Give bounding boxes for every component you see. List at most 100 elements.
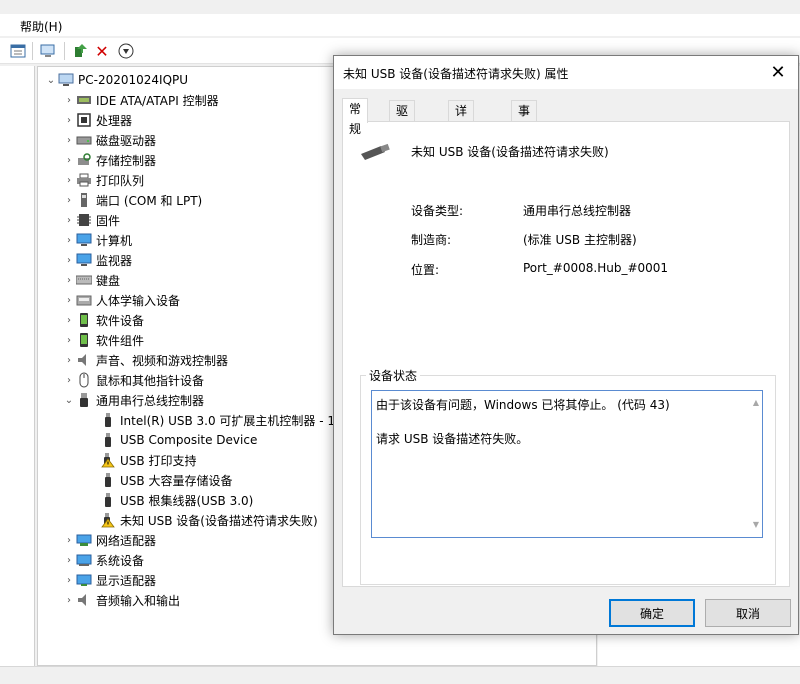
- chevron-right-icon[interactable]: ›: [62, 530, 76, 550]
- chevron-right-icon[interactable]: ›: [62, 130, 76, 150]
- firmware-icon: [76, 212, 92, 228]
- chevron-right-icon[interactable]: ›: [62, 350, 76, 370]
- tab-details[interactable]: 详细信息: [448, 100, 475, 178]
- tree-item-label: 系统设备: [96, 553, 145, 568]
- scroll-down-icon[interactable]: ▼: [753, 516, 759, 534]
- tree-item[interactable]: › 固件: [62, 210, 120, 230]
- chevron-right-icon[interactable]: ›: [62, 90, 76, 110]
- chevron-right-icon[interactable]: ›: [62, 330, 76, 350]
- close-icon[interactable]: ✕: [758, 56, 798, 89]
- usb-plug-icon: [100, 492, 116, 508]
- chevron-right-icon[interactable]: ›: [62, 170, 76, 190]
- device-type-label: 设备类型:: [411, 204, 464, 218]
- tree-item-label: 未知 USB 设备(设备描述符请求失败): [120, 513, 318, 528]
- properties-view-icon[interactable]: [8, 41, 28, 61]
- usb-device-item[interactable]: USB Composite Device: [100, 430, 257, 450]
- tree-item[interactable]: › 计算机: [62, 230, 132, 250]
- device-name: 未知 USB 设备(设备描述符请求失败): [411, 145, 609, 159]
- status-line-1: 由于该设备有问题，Windows 已将其停止。 (代码 43): [376, 398, 670, 412]
- hid-icon: [76, 292, 92, 308]
- dialog-title: 未知 USB 设备(设备描述符请求失败) 属性: [343, 67, 569, 81]
- tree-item-label: 打印队列: [96, 173, 145, 188]
- tree-item-label: 鼠标和其他指针设备: [96, 373, 205, 388]
- uninstall-device-icon[interactable]: ✕: [92, 41, 112, 61]
- download-icon[interactable]: [116, 41, 136, 61]
- chevron-right-icon[interactable]: ›: [62, 590, 76, 610]
- tree-item[interactable]: › 软件设备: [62, 310, 144, 330]
- status-line-2: 请求 USB 设备描述符失败。: [376, 432, 529, 446]
- chevron-right-icon[interactable]: ›: [62, 210, 76, 230]
- chevron-right-icon[interactable]: ›: [62, 150, 76, 170]
- tree-item-usb[interactable]: ⌄ 通用串行总线控制器: [62, 390, 204, 410]
- tree-item[interactable]: › 鼠标和其他指针设备: [62, 370, 204, 390]
- chevron-right-icon[interactable]: ›: [62, 110, 76, 130]
- tree-item-label: Intel(R) USB 3.0 可扩展主机控制器 - 1.0: [120, 413, 347, 428]
- chevron-right-icon[interactable]: ›: [62, 310, 76, 330]
- tree-item[interactable]: › 处理器: [62, 110, 132, 130]
- tree-item[interactable]: › 软件组件: [62, 330, 144, 350]
- audio-io-icon: [76, 592, 92, 608]
- tree-item-label: 人体学输入设备: [96, 293, 181, 308]
- scroll-up-icon[interactable]: ▲: [753, 394, 759, 412]
- dialog-titlebar[interactable]: 未知 USB 设备(设备描述符请求失败) 属性 ✕: [334, 56, 798, 89]
- tree-root[interactable]: ⌄ PC-20201024IQPU: [44, 70, 188, 90]
- chevron-down-icon[interactable]: ⌄: [44, 70, 58, 90]
- menu-item-partial[interactable]: ): [0, 18, 1, 32]
- chevron-right-icon[interactable]: ›: [62, 250, 76, 270]
- chevron-right-icon[interactable]: ›: [62, 270, 76, 290]
- chevron-right-icon[interactable]: ›: [62, 190, 76, 210]
- usb-device-item[interactable]: USB 根集线器(USB 3.0): [100, 490, 253, 510]
- tree-item-label: 处理器: [96, 113, 133, 128]
- menu-item-help[interactable]: 帮助(H): [20, 18, 62, 35]
- usb-device-item[interactable]: Intel(R) USB 3.0 可扩展主机控制器 - 1.0: [100, 410, 346, 430]
- keyboard-icon: [76, 272, 92, 288]
- tree-item[interactable]: › IDE ATA/ATAPI 控制器: [62, 90, 219, 110]
- tree-item[interactable]: › 网络适配器: [62, 530, 156, 550]
- status-scrollbar[interactable]: ▲ ▼: [747, 391, 762, 537]
- usb-device-item[interactable]: 未知 USB 设备(设备描述符请求失败): [100, 510, 318, 530]
- tree-item-label: USB 根集线器(USB 3.0): [120, 493, 254, 508]
- cancel-button[interactable]: 取消: [705, 599, 791, 627]
- tree-item[interactable]: › 音频输入和输出: [62, 590, 180, 610]
- manufacturer-value: (标准 USB 主控制器): [523, 233, 637, 247]
- device-status-label: 设备状态: [366, 367, 421, 384]
- computer-icon: [76, 232, 92, 248]
- chevron-right-icon[interactable]: ›: [62, 570, 76, 590]
- tree-item[interactable]: › 显示适配器: [62, 570, 156, 590]
- tree-item-label: 软件组件: [96, 333, 145, 348]
- tree-item-label: USB 打印支持: [120, 453, 197, 468]
- display-adapter-icon: [76, 572, 92, 588]
- usb-device-item[interactable]: USB 大容量存储设备: [100, 470, 232, 490]
- chevron-down-icon[interactable]: ⌄: [62, 390, 76, 410]
- tree-item[interactable]: › 声音、视频和游戏控制器: [62, 350, 228, 370]
- update-driver-icon[interactable]: [70, 41, 90, 61]
- device-status-textbox[interactable]: 由于该设备有问题，Windows 已将其停止。 (代码 43) 请求 USB 设…: [371, 390, 763, 538]
- chevron-right-icon[interactable]: ›: [62, 550, 76, 570]
- ok-button[interactable]: 确定: [609, 599, 695, 627]
- port-icon: [76, 192, 92, 208]
- device-type-value: 通用串行总线控制器: [523, 204, 632, 218]
- tab-driver[interactable]: 驱动程序: [389, 100, 416, 178]
- tree-item[interactable]: › 存储控制器: [62, 150, 156, 170]
- mouse-icon: [76, 372, 92, 388]
- scan-hardware-icon[interactable]: [38, 41, 58, 61]
- usb-device-item[interactable]: USB 打印支持: [100, 450, 196, 470]
- tree-item-label: 显示适配器: [96, 573, 157, 588]
- tree-item[interactable]: › 磁盘驱动器: [62, 130, 156, 150]
- chevron-right-icon[interactable]: ›: [62, 370, 76, 390]
- tree-item[interactable]: › 端口 (COM 和 LPT): [62, 190, 202, 210]
- tree-item[interactable]: › 键盘: [62, 270, 120, 290]
- chevron-right-icon[interactable]: ›: [62, 290, 76, 310]
- tree-root-label: PC-20201024IQPU: [78, 73, 189, 87]
- tree-item[interactable]: › 打印队列: [62, 170, 144, 190]
- usb-plug-icon: [100, 432, 116, 448]
- ide-controller-icon: [76, 92, 92, 108]
- tree-item[interactable]: › 监视器: [62, 250, 132, 270]
- location-label: 位置:: [411, 263, 440, 277]
- tree-item-label: 固件: [96, 213, 121, 228]
- tab-events[interactable]: 事件: [511, 100, 538, 138]
- tree-item[interactable]: › 人体学输入设备: [62, 290, 180, 310]
- chevron-right-icon[interactable]: ›: [62, 230, 76, 250]
- tab-general[interactable]: 常规: [342, 98, 369, 136]
- tree-item[interactable]: › 系统设备: [62, 550, 144, 570]
